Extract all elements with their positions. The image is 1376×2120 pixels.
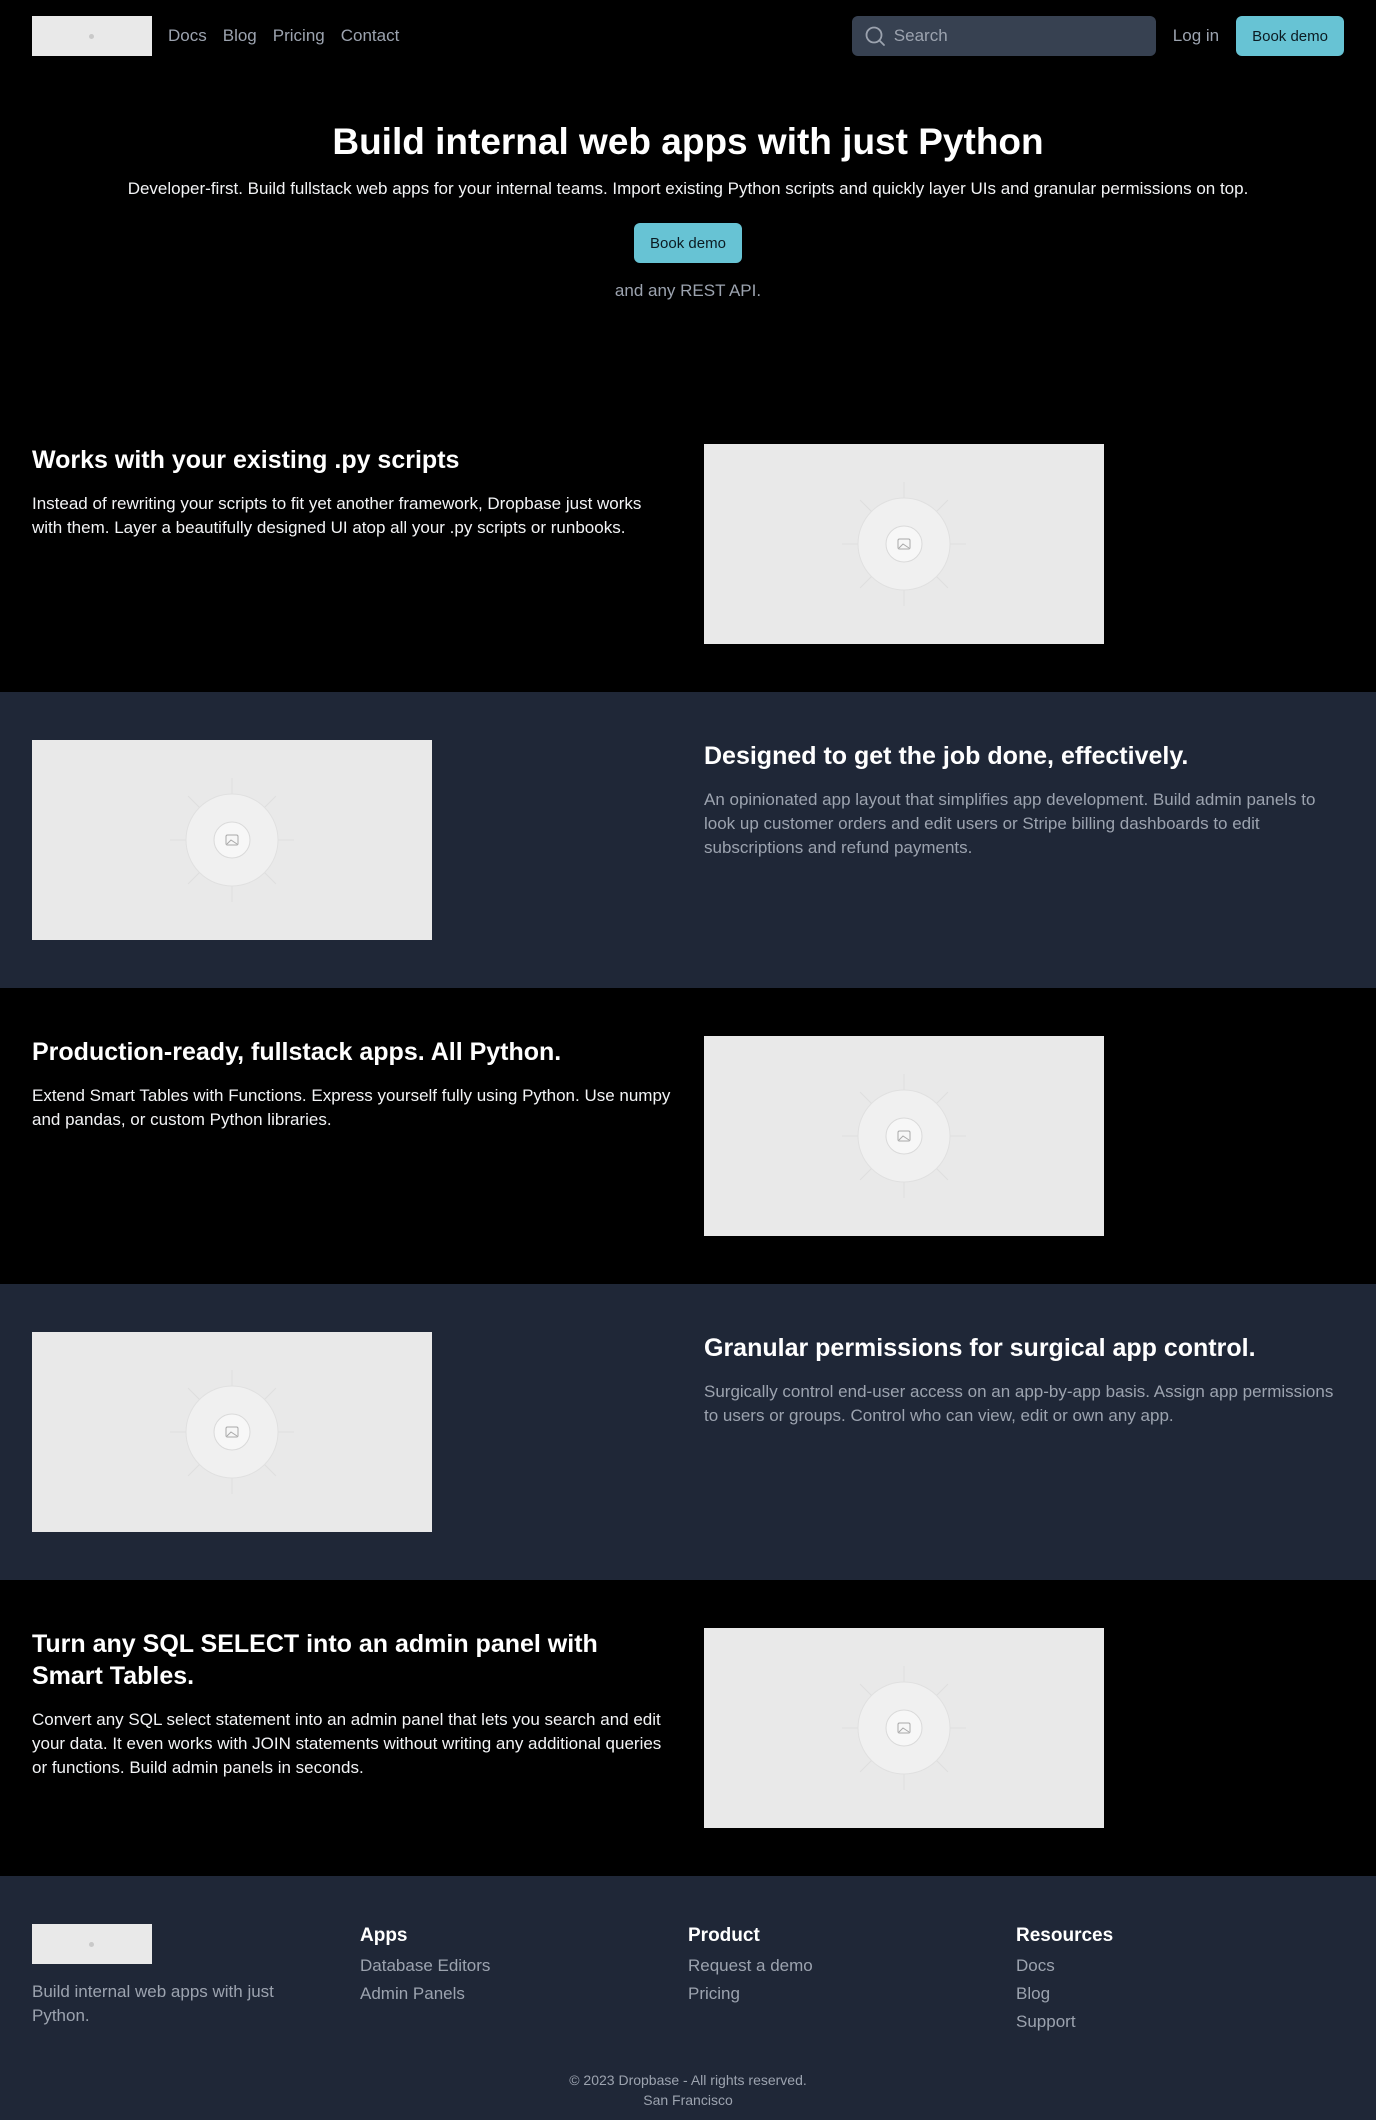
feature-title: Production-ready, fullstack apps. All Py… [32,1038,562,1066]
hero-title: Build internal web apps with just Python [332,121,1044,162]
footer-column-title: Apps [360,1925,408,1946]
feature-text: Turn any SQL SELECT into an admin panel … [32,1628,672,1876]
feature-section-smart-tables: Turn any SQL SELECT into an admin panel … [0,1580,1376,1876]
feature-title: Granular permissions for surgical app co… [704,1334,1256,1362]
logo[interactable] [32,16,152,56]
hero-book-demo-button[interactable]: Book demo [634,223,742,263]
feature-section-fullstack: Production-ready, fullstack apps. All Py… [0,988,1376,1284]
book-demo-button[interactable]: Book demo [1236,16,1344,56]
feature-media [32,1332,672,1580]
footer-column-apps: Apps Database Editors Admin Panels [360,1924,688,2036]
footer-tagline: Build internal web apps with just Python… [32,1982,274,2025]
main-nav: Docs Blog Pricing Contact [168,26,399,46]
footer-columns: Build internal web apps with just Python… [32,1924,1344,2036]
footer-link-request-demo[interactable]: Request a demo [688,1952,1016,1980]
copyright-text: © 2023 Dropbase - All rights reserved. [569,2072,807,2088]
feature-section-scripts: Works with your existing .py scripts Ins… [0,396,1376,692]
feature-image-placeholder [704,1628,1104,1828]
footer-link-pricing[interactable]: Pricing [688,1980,1016,2008]
feature-title: Designed to get the job done, effectivel… [704,742,1189,770]
search-input[interactable] [893,26,1144,46]
image-placeholder-icon [842,1074,966,1198]
feature-body: Surgically control end-user access on an… [704,1382,1334,1425]
footer-logo[interactable] [32,1924,152,1964]
feature-text: Production-ready, fullstack apps. All Py… [32,1036,672,1284]
footer-link-blog[interactable]: Blog [1016,1980,1344,2008]
feature-image-placeholder [32,1332,432,1532]
footer-link-support[interactable]: Support [1016,2008,1344,2036]
feature-media [704,444,1344,692]
footer-column-title: Product [688,1925,760,1946]
footer-location: San Francisco [643,2092,733,2108]
hero-note: and any REST API. [614,281,762,300]
nav-pricing[interactable]: Pricing [273,26,325,46]
nav-docs[interactable]: Docs [168,26,207,46]
feature-image-placeholder [32,740,432,940]
hero-subtitle: Developer-first. Build fullstack web app… [127,179,1249,198]
feature-text: Designed to get the job done, effectivel… [704,740,1344,988]
feature-title: Turn any SQL SELECT into an admin panel … [32,1630,598,1690]
footer: Build internal web apps with just Python… [0,1876,1376,2120]
footer-link-database-editors[interactable]: Database Editors [360,1952,688,1980]
feature-text: Granular permissions for surgical app co… [704,1332,1344,1580]
nav-blog[interactable]: Blog [223,26,257,46]
footer-column-title: Resources [1016,1925,1114,1946]
top-navbar: Docs Blog Pricing Contact Log in Book de… [0,0,1376,72]
image-placeholder-icon [842,1666,966,1790]
feature-body: Convert any SQL select statement into an… [32,1710,662,1777]
feature-title: Works with your existing .py scripts [32,446,460,474]
feature-media [704,1036,1344,1284]
image-placeholder-icon [170,778,294,902]
nav-contact[interactable]: Contact [341,26,400,46]
copyright: © 2023 Dropbase - All rights reserved. S… [32,2070,1344,2110]
feature-body: Instead of rewriting your scripts to fit… [32,494,642,537]
feature-media [704,1628,1344,1876]
hero-section: Build internal web apps with just Python… [0,72,1376,396]
search-icon [865,26,885,46]
feature-image-placeholder [704,444,1104,644]
image-placeholder-icon [170,1370,294,1494]
search-box[interactable] [851,16,1156,56]
login-link[interactable]: Log in [1173,26,1219,46]
feature-section-layout: Designed to get the job done, effectivel… [0,692,1376,988]
feature-text: Works with your existing .py scripts Ins… [32,444,672,692]
feature-media [32,740,672,988]
feature-image-placeholder [704,1036,1104,1236]
footer-link-admin-panels[interactable]: Admin Panels [360,1980,688,2008]
feature-section-permissions: Granular permissions for surgical app co… [0,1284,1376,1580]
feature-body: Extend Smart Tables with Functions. Expr… [32,1086,671,1129]
feature-body: An opinionated app layout that simplifie… [704,790,1316,857]
image-placeholder-icon [842,482,966,606]
footer-link-docs[interactable]: Docs [1016,1952,1344,1980]
footer-brand: Build internal web apps with just Python… [32,1924,360,2036]
footer-column-product: Product Request a demo Pricing [688,1924,1016,2036]
footer-column-resources: Resources Docs Blog Support [1016,1924,1344,2036]
